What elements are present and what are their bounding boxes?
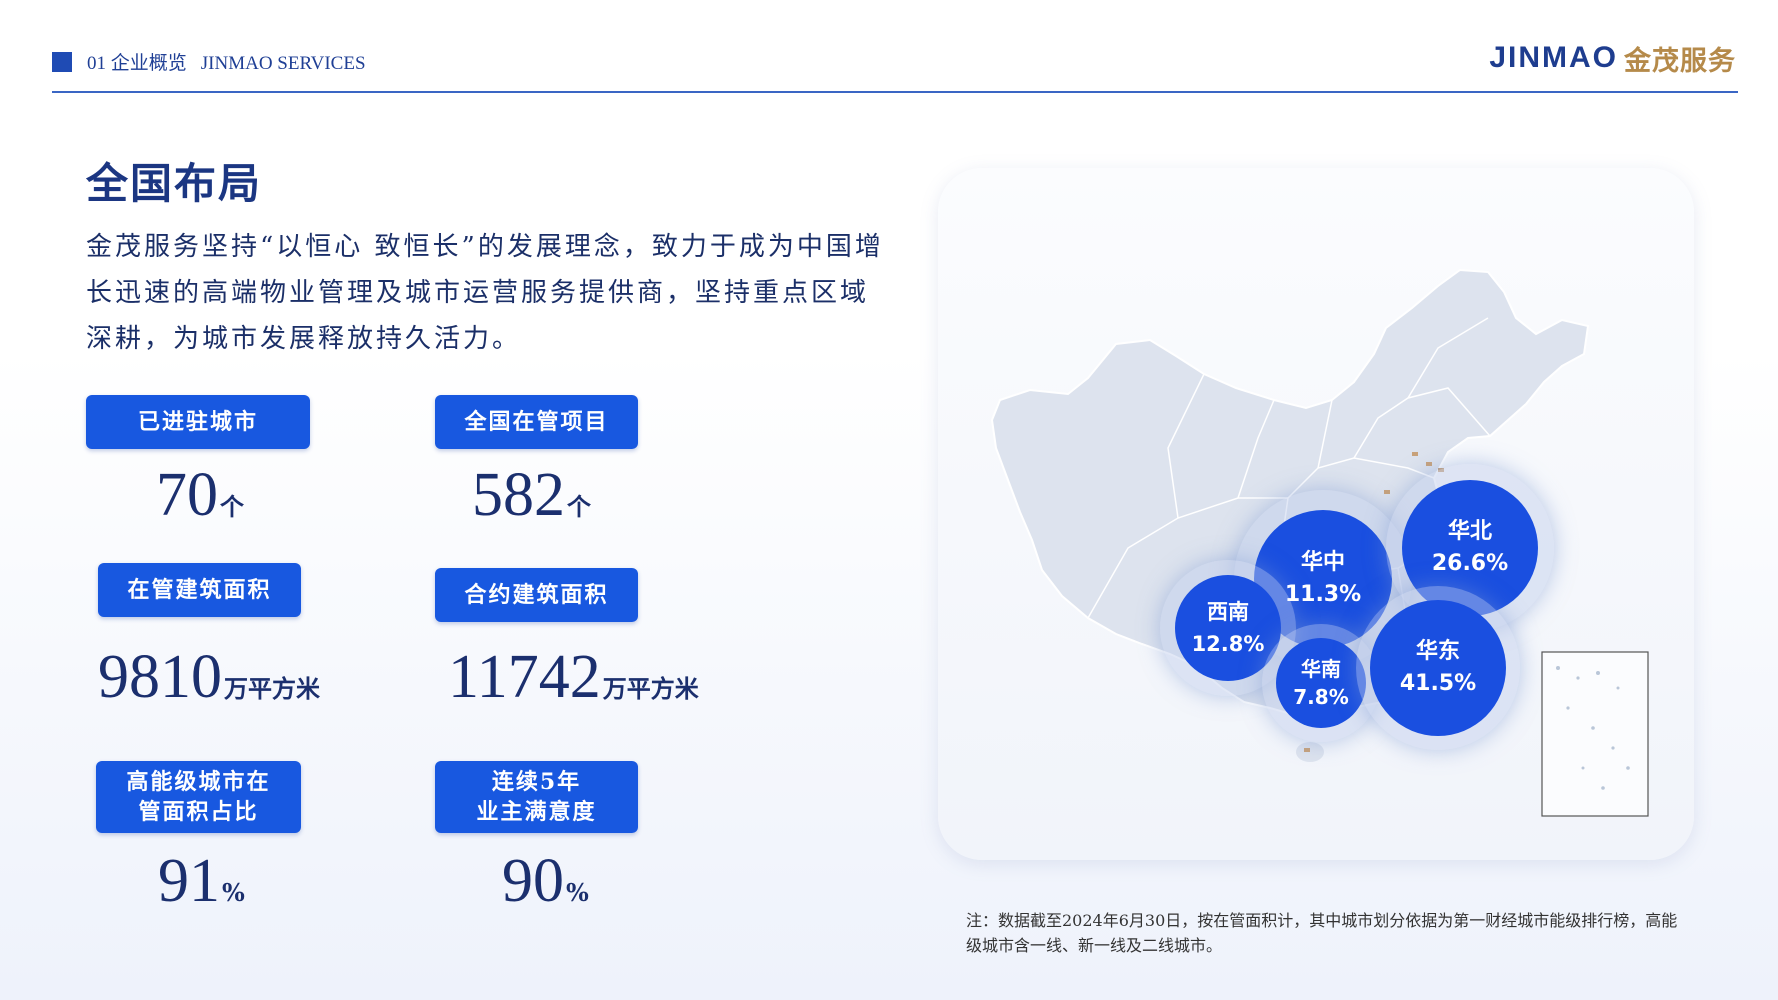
stat-value-high-tier-share: 91%: [158, 847, 245, 915]
region-bubble-huadong: 华东 41.5%: [1356, 586, 1520, 750]
region-share-xinan: 12.8%: [1191, 632, 1265, 656]
header-divider: [52, 91, 1738, 93]
region-name-huabei: 华北: [1447, 519, 1492, 544]
stat-label-satisfaction: 连续5年 业主满意度: [435, 761, 638, 833]
stat-label-high-tier-share: 高能级城市在 管面积占比: [96, 761, 301, 833]
section-marker: [52, 52, 72, 72]
section-subtitle: JINMAO SERVICES: [200, 53, 366, 74]
footnote: 注：数据截至2024年6月30日，按在管面积计，其中城市划分依据为第一财经城市能…: [966, 911, 1678, 955]
stat-label-projects: 全国在管项目: [435, 395, 638, 449]
stat-value-satisfaction: 90%: [502, 847, 589, 915]
region-name-huazhong: 华中: [1300, 550, 1345, 575]
logo-text-en: JINMAO: [1489, 41, 1618, 74]
stat-value-projects: 582个: [472, 461, 591, 529]
stat-label-cities: 已进驻城市: [86, 395, 310, 449]
stat-label-contract-area: 合约建筑面积: [435, 568, 638, 622]
region-name-huanan: 华南: [1301, 657, 1341, 681]
region-share-huadong: 41.5%: [1399, 671, 1477, 696]
stat-value-managed-area: 9810万平方米: [98, 643, 320, 711]
stat-label-managed-area: 在管建筑面积: [98, 563, 301, 617]
logo-text-cn: 金茂服务: [1624, 45, 1736, 77]
region-share-huanan: 7.8%: [1293, 685, 1349, 709]
page-title: 全国布局: [86, 159, 263, 208]
region-share-huazhong: 11.3%: [1284, 582, 1362, 607]
section-title: 01 企业概览: [87, 53, 187, 74]
region-share-huabei: 26.6%: [1431, 551, 1509, 576]
company-logo: JINMAO 金茂服务: [1489, 36, 1736, 80]
region-name-xinan: 西南: [1207, 600, 1249, 624]
stat-value-contract-area: 11742万平方米: [448, 643, 699, 711]
region-name-huadong: 华东: [1415, 639, 1460, 664]
south-china-sea-inset: [1541, 651, 1649, 817]
stat-value-cities: 70个: [156, 461, 244, 529]
intro-paragraph: 金茂服务坚持“以恒心 致恒长”的发展理念，致力于成为中国增长迅速的高端物业管理及…: [86, 232, 884, 354]
section-header: 01 企业概览 JINMAO SERVICES: [87, 48, 366, 75]
